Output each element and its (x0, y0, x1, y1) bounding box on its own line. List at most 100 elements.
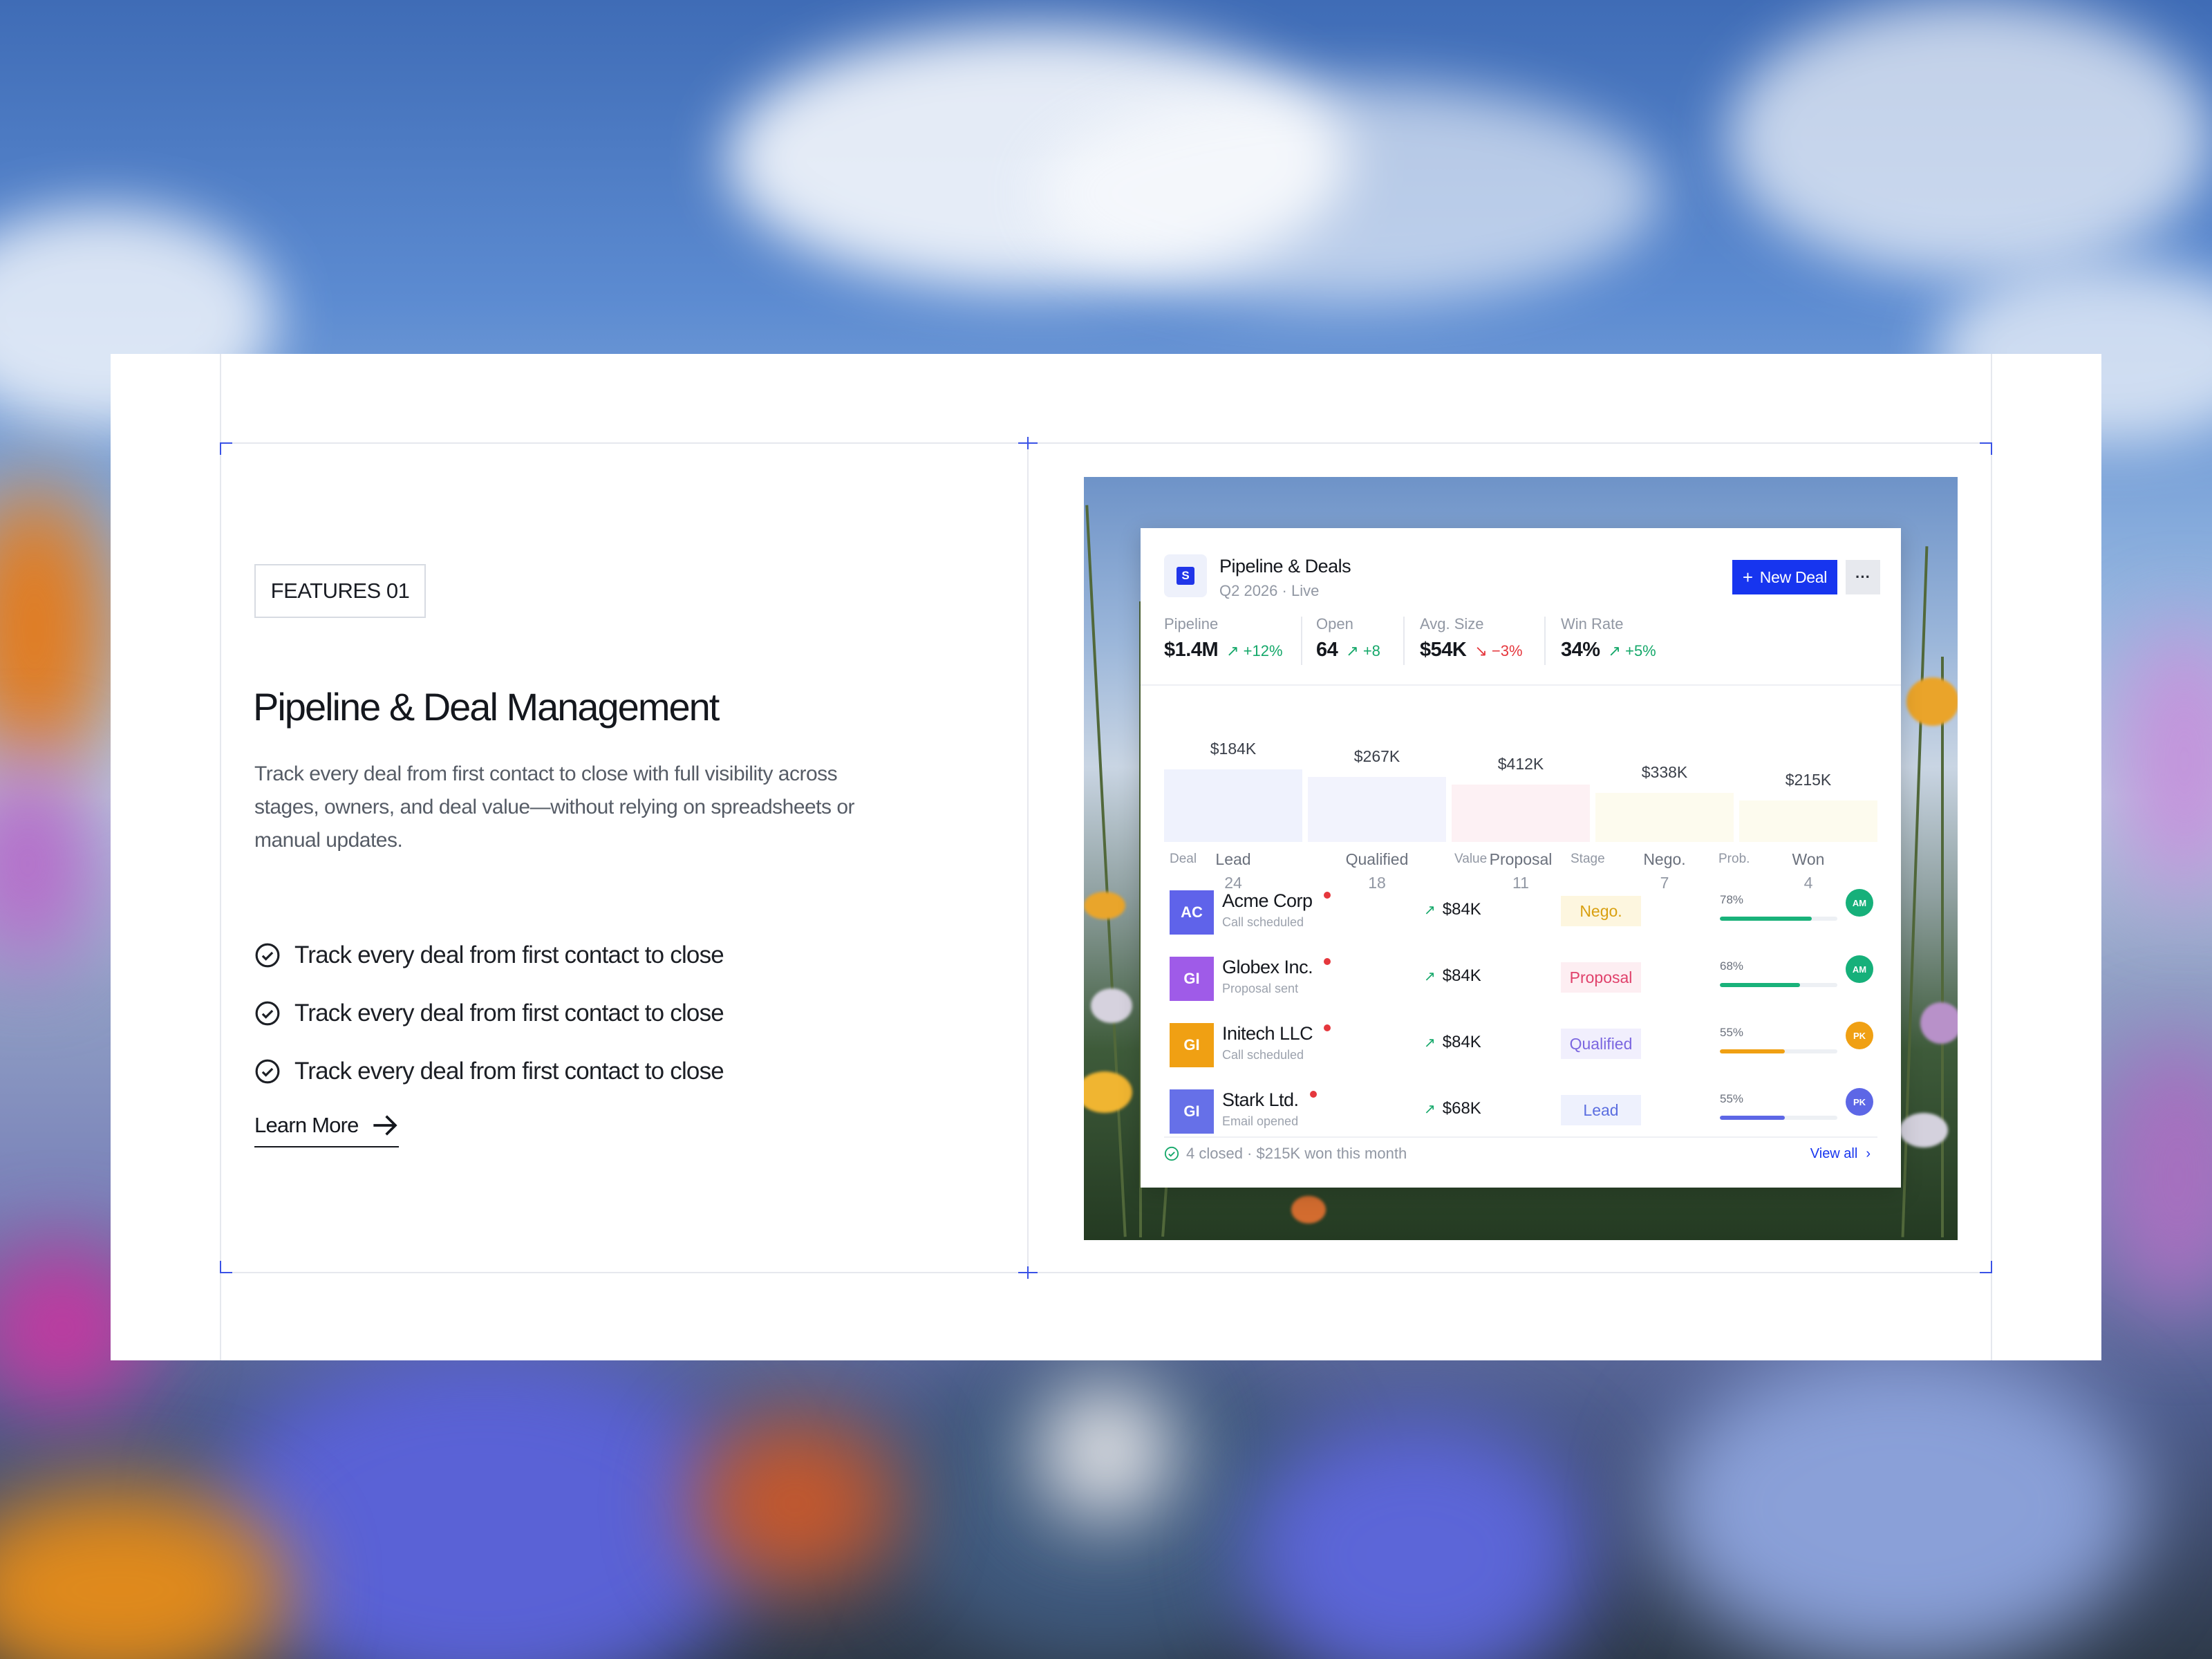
funnel-bar-value: $412K (1497, 755, 1544, 773)
owner-avatar: PK (1846, 1088, 1873, 1116)
probability-fill (1720, 1116, 1785, 1120)
new-deal-button[interactable]: + New Deal (1732, 560, 1837, 594)
feature-checklist: Track every deal from first contact to c… (254, 926, 724, 1100)
probability-bar (1720, 983, 1837, 987)
probability-bar (1720, 1049, 1837, 1053)
kpi-label: Open (1316, 615, 1353, 632)
deal-name: Stark Ltd. (1222, 1089, 1317, 1111)
cross-marker (1018, 437, 1038, 449)
funnel-bar-group: $412K (1452, 694, 1590, 842)
app-logo: S (1164, 554, 1207, 597)
trend-up-icon: ↗ (1424, 1035, 1436, 1051)
chevron-right-icon: › (1866, 1146, 1871, 1161)
funnel-bar-group: $267K (1308, 694, 1446, 842)
check-circle-icon (255, 1001, 280, 1026)
view-all-label: View all (1810, 1146, 1858, 1161)
checklist-text: Track every deal from first contact to c… (294, 941, 724, 968)
funnel-bar (1308, 777, 1446, 842)
arrow-right-icon (373, 1115, 397, 1136)
dashboard-subtitle: Q2 2026 · Live (1219, 582, 1320, 599)
stage-badge: Proposal (1561, 962, 1641, 993)
deal-name: Acme Corp (1222, 890, 1331, 912)
checklist-item: Track every deal from first contact to c… (254, 926, 724, 984)
checklist-text: Track every deal from first contact to c… (294, 1000, 724, 1027)
alert-dot-icon (1324, 1024, 1331, 1031)
learn-more-label: Learn More (254, 1113, 359, 1137)
company-avatar: GI (1170, 1089, 1214, 1134)
table-row[interactable]: AC Acme Corp Call scheduled ↗ $84K Nego. 78% AM (1141, 879, 1901, 946)
learn-more-link[interactable]: Learn More (254, 1113, 399, 1147)
table-row[interactable]: GI Stark Ltd. Email opened ↗ $68K Lead 55% PK (1141, 1078, 1901, 1145)
funnel-bar-group: $184K (1164, 694, 1302, 842)
corner-marker (1980, 1261, 1992, 1273)
funnel-stage-label: Won (1792, 850, 1825, 868)
footer-summary-text: 4 closed · $215K won this month (1186, 1145, 1407, 1162)
owner-avatar: AM (1846, 955, 1873, 983)
kpi-avg-size: Avg. Size $54K ↘ −3% (1420, 615, 1523, 671)
kpi-value: $1.4M (1164, 639, 1219, 661)
probability-label: 68% (1720, 959, 1744, 973)
probability-fill (1720, 983, 1800, 987)
feature-title: Pipeline & Deal Management (253, 685, 720, 729)
kpi-delta-down: ↘ −3% (1474, 642, 1523, 659)
funnel-bar-value: $338K (1641, 763, 1688, 781)
funnel-bar-value: $184K (1210, 740, 1257, 758)
stage-badge: Lead (1561, 1095, 1641, 1125)
kpi-value: $54K (1420, 639, 1467, 661)
probability-bar (1720, 917, 1837, 921)
more-icon: ··· (1855, 568, 1871, 585)
dashboard-title: Pipeline & Deals (1219, 556, 1351, 577)
kpi-value: 64 (1316, 639, 1338, 661)
deal-note: Email opened (1222, 1114, 1299, 1128)
column-header-value: Value (1454, 852, 1488, 866)
company-avatar: GI (1170, 957, 1214, 1001)
funnel-bar-value: $215K (1785, 771, 1832, 789)
checklist-text: Track every deal from first contact to c… (294, 1058, 724, 1085)
cross-marker (1018, 1266, 1038, 1279)
deal-value: ↗ $84K (1424, 1033, 1481, 1051)
probability-fill (1720, 917, 1812, 921)
check-circle-icon (1164, 1146, 1179, 1161)
feature-description: Track every deal from first contact to c… (254, 762, 855, 852)
kpi-delta-up: ↗ +5% (1608, 642, 1656, 659)
deal-value: ↗ $84K (1424, 966, 1481, 985)
footer-summary: 4 closed · $215K won this month (1164, 1145, 1407, 1163)
view-all-link[interactable]: View all › (1810, 1146, 1871, 1162)
check-circle-icon (255, 1059, 280, 1084)
column-header-stage: Stage (1571, 852, 1605, 866)
deal-note: Proposal sent (1222, 982, 1299, 995)
more-options-button[interactable]: ··· (1846, 560, 1880, 594)
funnel-bar (1739, 800, 1877, 842)
funnel-bar-group: $338K (1595, 694, 1734, 842)
stage-badge: Nego. (1561, 896, 1641, 926)
kpi-label: Avg. Size (1420, 615, 1484, 632)
kpi-win-rate: Win Rate 34% ↗ +5% (1561, 615, 1656, 671)
kpi-value: 34% (1561, 639, 1600, 661)
funnel-bar-value: $267K (1353, 747, 1400, 765)
alert-dot-icon (1324, 958, 1331, 965)
alert-dot-icon (1323, 892, 1331, 899)
feature-badge: FEATURES 01 (254, 564, 426, 618)
app-logo-letter: S (1177, 567, 1194, 585)
probability-bar (1720, 1116, 1837, 1120)
trend-up-icon: ↗ (1424, 1101, 1436, 1117)
table-row[interactable]: GI Globex Inc. Proposal sent ↗ $84K Proposal 6… (1141, 946, 1901, 1012)
alert-dot-icon (1309, 1091, 1317, 1098)
kpi-delta-up: ↗ +8 (1346, 642, 1380, 659)
deal-value: ↗ $84K (1424, 900, 1481, 919)
deal-note: Call scheduled (1222, 915, 1304, 929)
owner-avatar: AM (1846, 889, 1873, 917)
corner-marker (220, 1261, 232, 1273)
funnel-bar (1164, 769, 1302, 842)
trend-up-icon: ↗ (1424, 902, 1436, 918)
deal-name: Globex Inc. (1222, 957, 1331, 978)
deal-value: ↗ $68K (1424, 1099, 1481, 1118)
table-row[interactable]: GI Initech LLC Call scheduled ↗ $84K Qualifie… (1141, 1012, 1901, 1078)
kpi-label: Win Rate (1561, 615, 1624, 632)
checklist-item: Track every deal from first contact to c… (254, 984, 724, 1042)
funnel-bar (1452, 785, 1590, 842)
stage-badge: Qualified (1561, 1029, 1641, 1059)
corner-marker (1980, 442, 1992, 455)
column-header-deal: Deal (1170, 852, 1197, 866)
owner-avatar: PK (1846, 1022, 1873, 1049)
